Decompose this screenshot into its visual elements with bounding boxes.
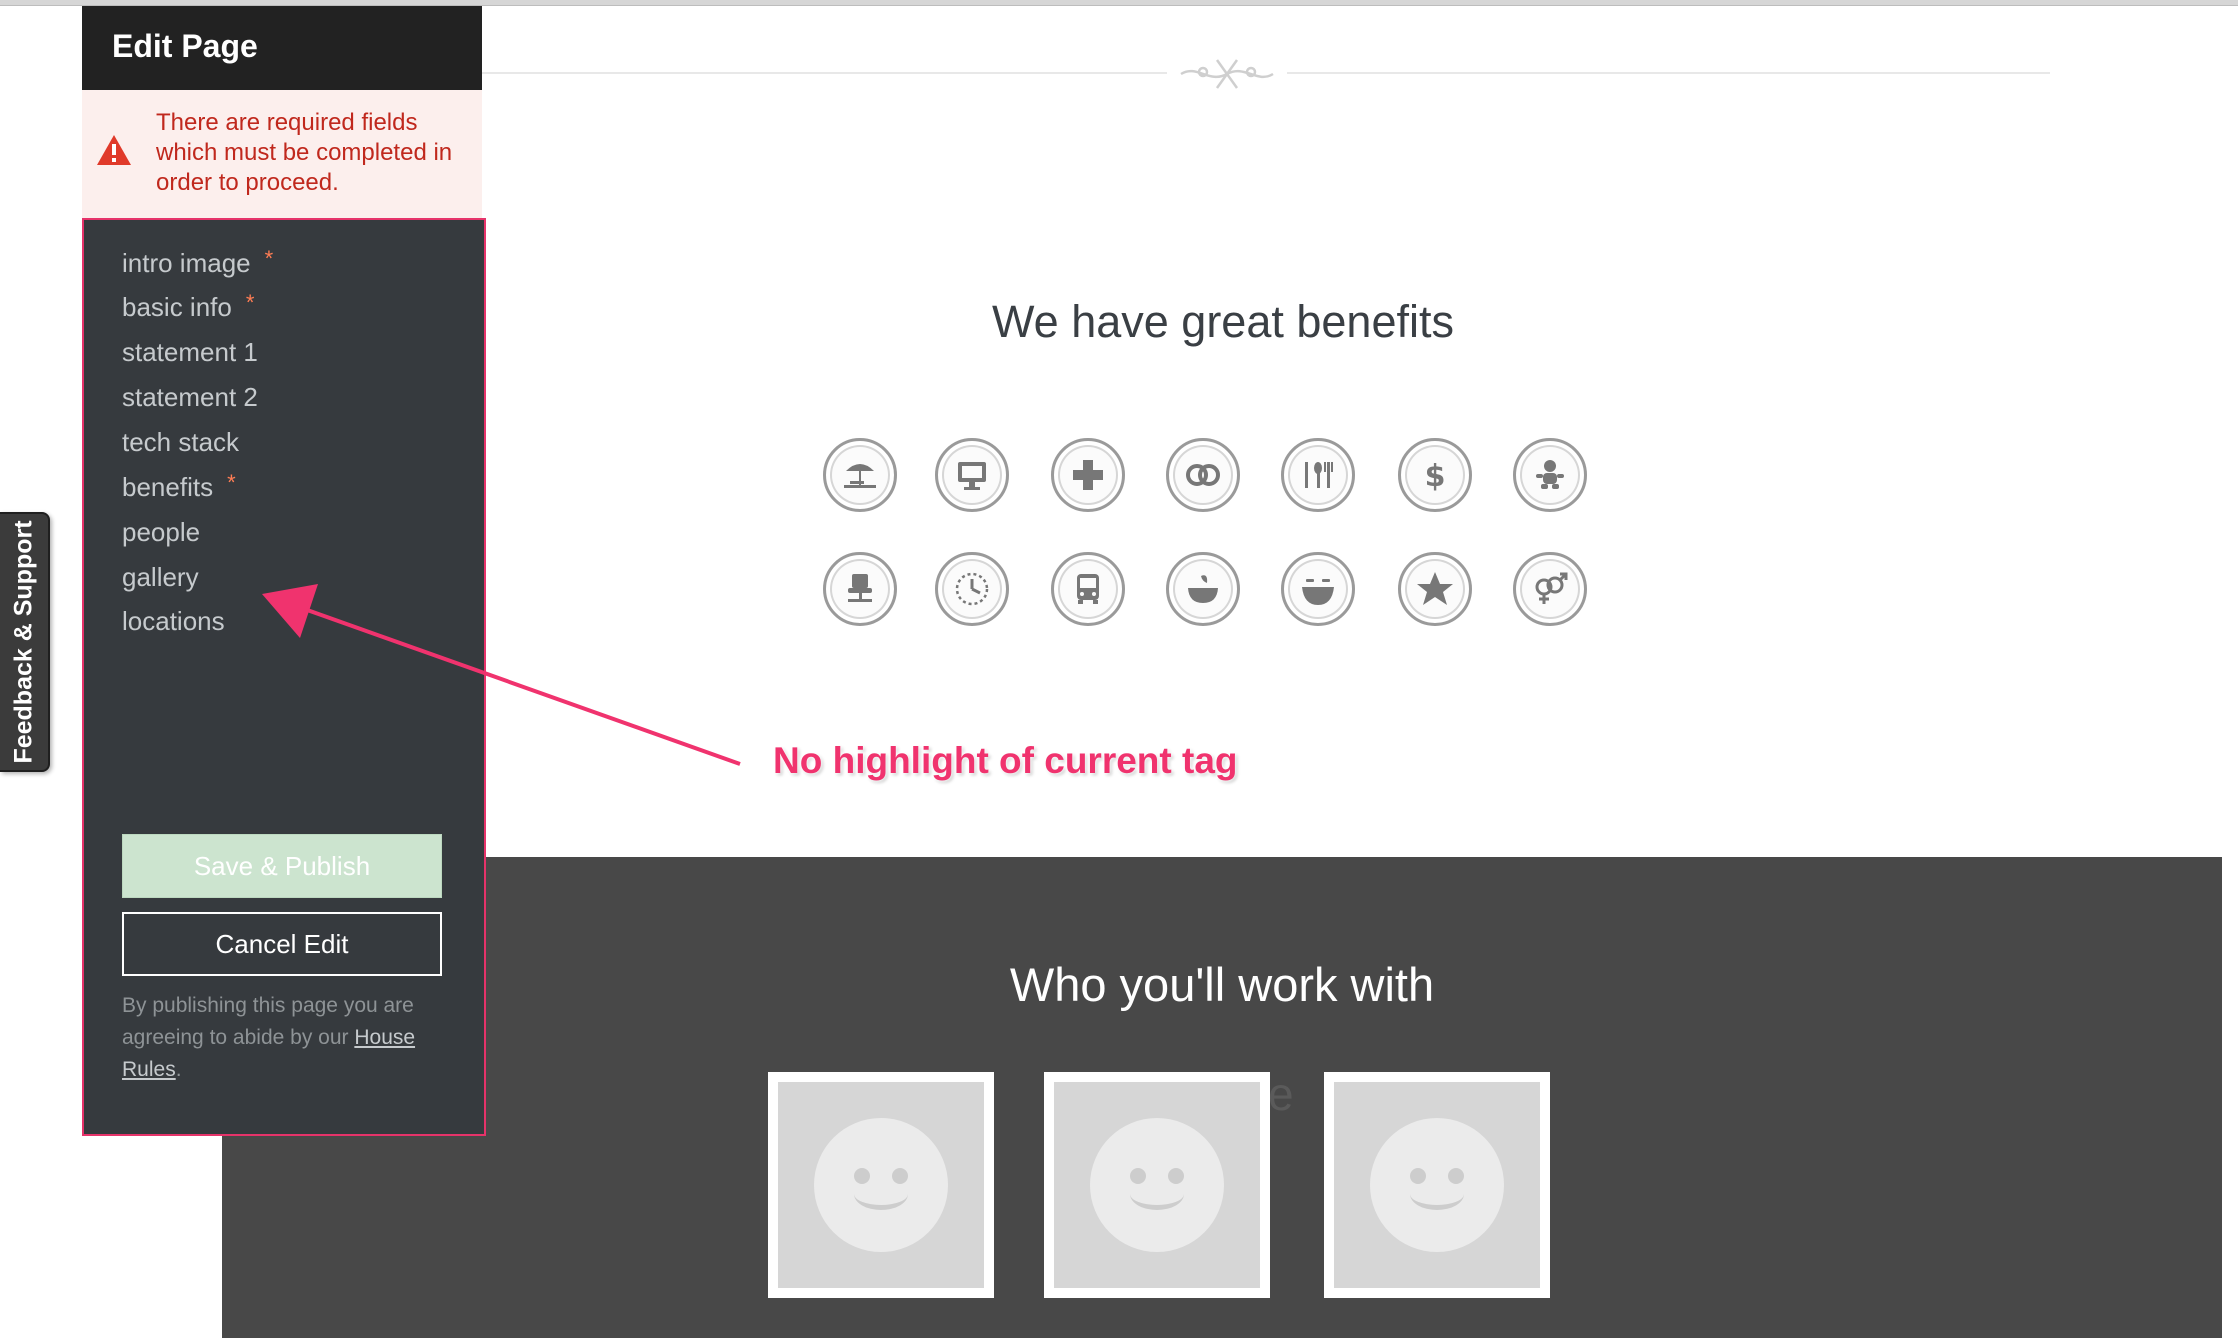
benefits-heading: We have great benefits (992, 296, 1454, 347)
error-message: There are required fields which must be … (156, 109, 453, 196)
required-marker: * (264, 246, 274, 271)
svg-text:$: $ (1425, 459, 1446, 494)
nav-item-statement-2[interactable]: statement 2 (122, 382, 258, 413)
warning-triangle-icon (97, 135, 131, 165)
health-cross-icon (1051, 438, 1125, 512)
money-dollar-icon: $ (1398, 438, 1472, 512)
feedback-support-tab[interactable]: Feedback & Support (0, 512, 50, 772)
nav-item-basic-info[interactable]: basic info * (122, 290, 255, 323)
fun-smile-icon (1281, 552, 1355, 626)
avatar-placeholder (1334, 1082, 1540, 1288)
food-dining-icon (1281, 438, 1355, 512)
snack-bowl-icon (1166, 552, 1240, 626)
save-publish-button[interactable]: Save & Publish (122, 834, 442, 898)
edit-section-nav: intro image * basic info * statement 1 sta… (82, 218, 486, 1136)
publish-terms-text: By publishing this page you are agreeing… (122, 994, 416, 1081)
office-chair-icon (823, 552, 897, 626)
baby-childcare-icon (1513, 438, 1587, 512)
person-card[interactable] (1324, 1072, 1550, 1298)
beach-vacation-icon (823, 438, 897, 512)
divider-line-right (1287, 72, 2050, 74)
feedback-tab-label: Feedback & Support (9, 520, 38, 764)
nav-item-intro-image[interactable]: intro image * (122, 246, 274, 279)
bus-commute-icon (1051, 552, 1125, 626)
cancel-edit-button[interactable]: Cancel Edit (122, 912, 442, 976)
person-card[interactable] (768, 1072, 994, 1298)
person-card[interactable] (1044, 1072, 1270, 1298)
smiley-face-icon (1090, 1118, 1224, 1252)
avatar-placeholder (778, 1082, 984, 1288)
divider-line-left (482, 72, 1167, 74)
gym-icon (1166, 438, 1240, 512)
required-marker: * (245, 290, 255, 315)
people-section: Who you'll work with People (222, 857, 2222, 1338)
nav-item-benefits[interactable]: benefits * (122, 470, 236, 503)
avatar-placeholder (1054, 1082, 1260, 1288)
ornamental-divider (482, 52, 2050, 96)
people-heading: Who you'll work with (1009, 958, 1435, 1011)
page-canvas: We have great benefits $ Who you'll work… (0, 0, 2238, 1338)
gender-equality-icon (1513, 552, 1587, 626)
nav-item-people[interactable]: people (122, 517, 200, 548)
annotation-label: No highlight of current tag (773, 740, 1238, 781)
computer-monitor-icon (935, 438, 1009, 512)
star-perks-icon (1398, 552, 1472, 626)
nav-item-tech-stack[interactable]: tech stack (122, 427, 239, 458)
flourish-ornament-icon (1180, 59, 1274, 89)
error-alert: There are required fields which must be … (82, 90, 482, 218)
required-marker: * (227, 470, 236, 495)
nav-item-gallery[interactable]: gallery (122, 562, 199, 593)
smiley-face-icon (814, 1118, 948, 1252)
nav-item-locations[interactable]: locations (122, 606, 225, 637)
edit-page-title: Edit Page (82, 6, 482, 90)
smiley-face-icon (1370, 1118, 1504, 1252)
clock-flex-time-icon (935, 552, 1009, 626)
nav-item-statement-1[interactable]: statement 1 (122, 337, 258, 368)
